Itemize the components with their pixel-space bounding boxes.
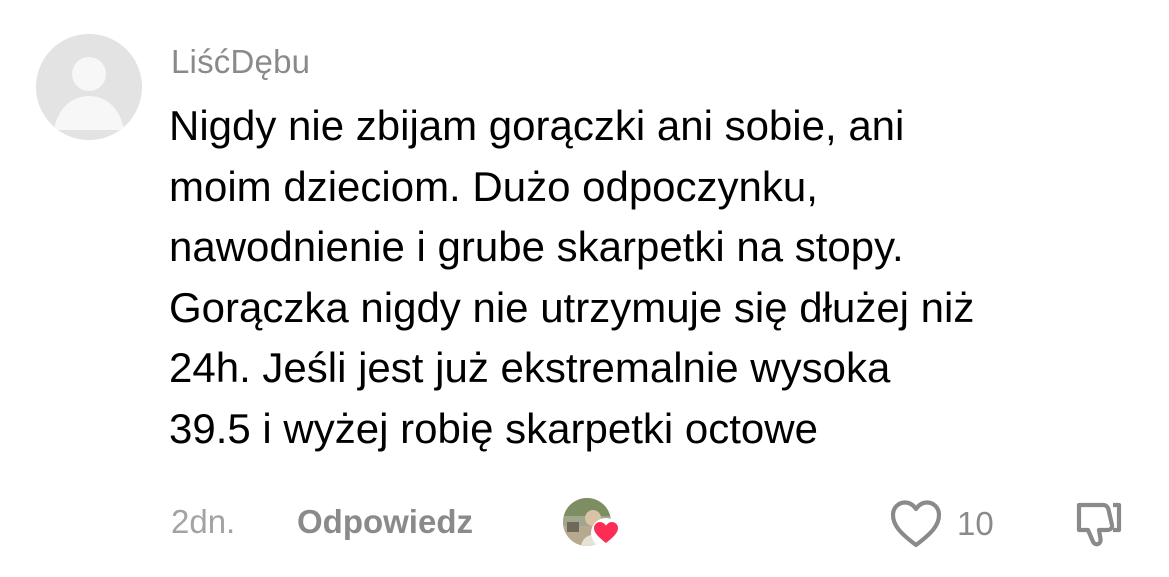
- default-avatar-icon: [36, 34, 142, 140]
- comment-text-line: 39.5 i wyżej robię skarpetki octowe: [169, 404, 818, 452]
- comment-item: LiśćDębu Nigdy nie zbijam gorączki ani s…: [0, 0, 1169, 577]
- reply-button[interactable]: Odpowiedz: [297, 500, 473, 544]
- heart-badge-icon: [591, 518, 621, 548]
- comment-text-line: 24h. Jeśli jest już ekstremalnie wysoka: [169, 344, 891, 391]
- heart-outline-icon[interactable]: [888, 498, 944, 550]
- thumbs-down-outline-icon[interactable]: [1073, 499, 1125, 549]
- comment-username[interactable]: LiśćDębu: [171, 40, 310, 84]
- creator-liked-badge: [563, 498, 623, 550]
- comment-text-line: Gorączka nigdy nie utrzymuje się dłużej …: [169, 283, 975, 331]
- user-avatar[interactable]: [36, 34, 142, 140]
- like-control[interactable]: 10: [888, 496, 1008, 552]
- comment-text-line: nawodnienie i grube skarpetki na stopy.: [169, 223, 904, 270]
- comment-timestamp: 2dn.: [171, 503, 236, 540]
- comment-text-line: moim dzieciom. Dużo odpoczynku,: [169, 162, 818, 210]
- comment-text-line: Nigdy nie zbijam gorączki ani sobie, ani: [169, 102, 905, 149]
- comment-text: Nigdy nie zbijam gorączki ani sobie, ani…: [169, 96, 1154, 459]
- like-count: 10: [957, 505, 994, 542]
